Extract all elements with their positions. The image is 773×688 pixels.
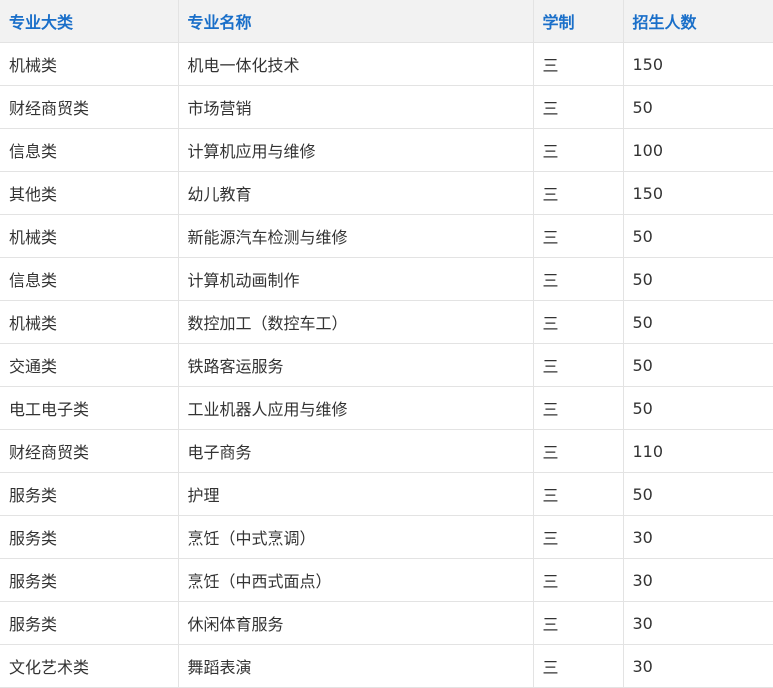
cell-major-name: 电子商务 (178, 429, 534, 473)
table-body: 机械类 机电一体化技术三 150 财经商贸类 市场营销三 50 信息类 计算机应用与维修三 10… (0, 42, 773, 688)
header-row: 专业大类 专业名称 学制 招生人数 (0, 0, 773, 43)
cell-category: 电工电子类 (0, 386, 179, 430)
cell-major-name: 烹饪（中式烹调） (178, 515, 534, 559)
table-row: 信息类 计算机应用与维修三 100 (0, 128, 773, 172)
cell-enrollment: 50 (623, 300, 773, 344)
cell-major-name: 休闲体育服务 (178, 601, 534, 645)
cell-major-name: 新能源汽车检测与维修 (178, 214, 534, 258)
cell-enrollment: 150 (623, 171, 773, 215)
table-row: 交通类 铁路客运服务三 50 (0, 343, 773, 387)
cell-enrollment: 50 (623, 386, 773, 430)
header-major-name: 专业名称 (178, 0, 534, 43)
cell-enrollment: 50 (623, 472, 773, 516)
table-row: 其他类 幼儿教育三 150 (0, 171, 773, 215)
cell-major-name: 计算机应用与维修 (178, 128, 534, 172)
cell-category: 文化艺术类 (0, 644, 179, 688)
cell-enrollment: 50 (623, 343, 773, 387)
table-row: 文化艺术类 舞蹈表演三 30 (0, 644, 773, 688)
cell-major-name: 机电一体化技术 (178, 42, 534, 86)
table-row: 服务类 烹饪（中式烹调）三 30 (0, 515, 773, 559)
cell-duration: 三 (533, 42, 624, 86)
cell-major-name: 计算机动画制作 (178, 257, 534, 301)
header-enrollment: 招生人数 (623, 0, 773, 43)
table-row: 财经商贸类 电子商务三 110 (0, 429, 773, 473)
cell-enrollment: 110 (623, 429, 773, 473)
cell-enrollment: 30 (623, 601, 773, 645)
table-row: 服务类 休闲体育服务三 30 (0, 601, 773, 645)
cell-category: 财经商贸类 (0, 85, 179, 129)
cell-major-name: 数控加工（数控车工） (178, 300, 534, 344)
cell-major-name: 市场营销 (178, 85, 534, 129)
cell-duration: 三 (533, 386, 624, 430)
cell-duration: 三 (533, 558, 624, 602)
cell-major-name: 工业机器人应用与维修 (178, 386, 534, 430)
table-row: 机械类 机电一体化技术三 150 (0, 42, 773, 86)
cell-category: 信息类 (0, 128, 179, 172)
cell-category: 交通类 (0, 343, 179, 387)
cell-duration: 三 (533, 257, 624, 301)
cell-duration: 三 (533, 300, 624, 344)
cell-duration: 三 (533, 644, 624, 688)
cell-major-name: 舞蹈表演 (178, 644, 534, 688)
table-row: 机械类 数控加工（数控车工）三 50 (0, 300, 773, 344)
cell-enrollment: 100 (623, 128, 773, 172)
cell-category: 机械类 (0, 300, 179, 344)
cell-enrollment: 30 (623, 558, 773, 602)
cell-category: 机械类 (0, 42, 179, 86)
cell-category: 服务类 (0, 515, 179, 559)
cell-duration: 三 (533, 472, 624, 516)
cell-enrollment: 50 (623, 257, 773, 301)
cell-enrollment: 30 (623, 515, 773, 559)
cell-category: 服务类 (0, 558, 179, 602)
cell-duration: 三 (533, 429, 624, 473)
cell-duration: 三 (533, 214, 624, 258)
table-row: 财经商贸类 市场营销三 50 (0, 85, 773, 129)
cell-category: 服务类 (0, 601, 179, 645)
table-row: 机械类 新能源汽车检测与维修三 50 (0, 214, 773, 258)
cell-category: 服务类 (0, 472, 179, 516)
cell-major-name: 幼儿教育 (178, 171, 534, 215)
cell-category: 财经商贸类 (0, 429, 179, 473)
table-row: 信息类 计算机动画制作三 50 (0, 257, 773, 301)
cell-category: 信息类 (0, 257, 179, 301)
cell-duration: 三 (533, 515, 624, 559)
cell-major-name: 铁路客运服务 (178, 343, 534, 387)
cell-enrollment: 50 (623, 85, 773, 129)
cell-duration: 三 (533, 85, 624, 129)
cell-enrollment: 30 (623, 644, 773, 688)
cell-duration: 三 (533, 171, 624, 215)
cell-enrollment: 50 (623, 214, 773, 258)
table-row: 电工电子类 工业机器人应用与维修三 50 (0, 386, 773, 430)
header-duration: 学制 (533, 0, 624, 43)
cell-enrollment: 150 (623, 42, 773, 86)
table-row: 服务类 护理三 50 (0, 472, 773, 516)
cell-duration: 三 (533, 343, 624, 387)
cell-category: 机械类 (0, 214, 179, 258)
table-header: 专业大类 专业名称 学制 招生人数 (0, 0, 773, 43)
header-category: 专业大类 (0, 0, 179, 43)
cell-duration: 三 (533, 601, 624, 645)
cell-duration: 三 (533, 128, 624, 172)
cell-major-name: 烹饪（中西式面点） (178, 558, 534, 602)
table-row: 服务类 烹饪（中西式面点）三 30 (0, 558, 773, 602)
enrollment-table: 专业大类 专业名称 学制 招生人数 机械类 机电一体化技术三 150 财经商贸类 市场营… (0, 0, 773, 688)
cell-category: 其他类 (0, 171, 179, 215)
cell-major-name: 护理 (178, 472, 534, 516)
